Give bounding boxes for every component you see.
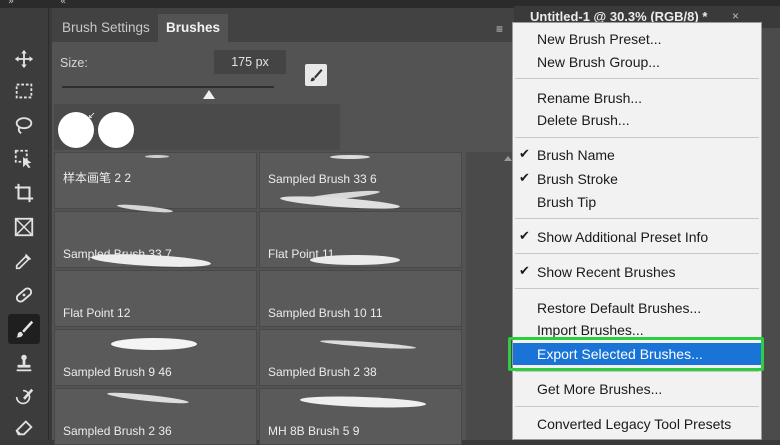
healing-brush-tool-icon[interactable] <box>8 280 40 310</box>
expand-toolbar-icon[interactable]: » <box>8 0 14 7</box>
brush-preset[interactable]: Flat Point 12 <box>54 251 257 327</box>
clone-stamp-tool-icon[interactable] <box>8 348 40 378</box>
brush-preset-label: 样本画笔 2 2 <box>63 171 132 185</box>
brush-preset-label: Sampled Brush 9 46 <box>63 365 172 379</box>
menu-separator <box>515 371 759 372</box>
brush-preset-grid: 样本画笔 2 2 Sampled Brush 33 6 Sampled Brus… <box>54 152 464 445</box>
size-slider[interactable] <box>62 86 274 88</box>
menu-item-brush-tip[interactable]: Brush Tip <box>513 191 761 213</box>
brush-preset[interactable]: Sampled Brush 2 38 <box>259 329 462 386</box>
menu-item-restore-default-brushes[interactable]: Restore Default Brushes... <box>513 297 761 319</box>
tab-brush-settings[interactable]: Brush Settings <box>54 14 158 42</box>
brush-preset-label: MH 8B Brush 5 9 <box>268 424 360 438</box>
recent-brushes-strip: ↙ <box>54 104 340 150</box>
menu-separator <box>515 218 759 219</box>
checkmark-icon: ✔ <box>519 264 530 279</box>
brush-preset-label: Sampled Brush 2 36 <box>63 424 172 438</box>
highlight-annotation-frame <box>508 337 764 371</box>
menu-separator <box>515 288 759 289</box>
menu-item-brush-stroke[interactable]: ✔ Brush Stroke <box>513 168 761 190</box>
brush-preset-label: Sampled Brush 2 38 <box>268 365 377 379</box>
brush-preset-label: Flat Point 12 <box>63 306 131 320</box>
brush-preset[interactable]: MH 8B Brush 5 9 <box>259 388 462 445</box>
marquee-tool-icon[interactable] <box>8 76 40 106</box>
recent-brush-tip-2[interactable] <box>98 112 134 148</box>
tools-toolbar <box>0 8 49 440</box>
scroll-up-icon[interactable] <box>504 156 512 161</box>
brush-preset-label: Sampled Brush 33 6 <box>268 172 377 186</box>
crop-tool-icon[interactable] <box>8 178 40 208</box>
panel-scrollbar[interactable] <box>466 152 512 440</box>
checkmark-icon: ✔ <box>519 171 530 186</box>
menu-separator <box>515 406 759 407</box>
menu-item-brush-name[interactable]: ✔ Brush Name <box>513 144 761 166</box>
brushes-panel-menu: New Brush Preset... New Brush Group... R… <box>512 22 762 440</box>
size-input[interactable]: 175 px <box>214 50 286 74</box>
brush-tool-icon[interactable] <box>8 314 40 344</box>
menu-item-label: Brush Stroke <box>537 171 618 187</box>
menu-item-converted-legacy-tool-presets[interactable]: Converted Legacy Tool Presets <box>513 413 761 435</box>
object-selection-tool-icon[interactable] <box>8 144 40 174</box>
eyedropper-tool-icon[interactable] <box>8 246 40 276</box>
menu-item-show-additional-preset-info[interactable]: ✔ Show Additional Preset Info <box>513 226 761 248</box>
brushes-panel: Brush Settings Brushes ≡ Size: 175 px ↙ … <box>52 8 514 445</box>
brush-preset-label: Sampled Brush 10 11 <box>268 306 383 320</box>
menu-item-delete-brush[interactable]: Delete Brush... <box>513 109 761 131</box>
panel-tabs: Brush Settings Brushes ≡ <box>52 8 514 42</box>
menu-separator <box>515 137 759 138</box>
menu-separator <box>515 78 759 79</box>
brush-preset[interactable]: Sampled Brush 10 11 <box>259 255 462 327</box>
menu-separator <box>515 253 759 254</box>
frame-tool-icon[interactable] <box>8 212 40 242</box>
brush-preset[interactable]: Sampled Brush 2 36 <box>54 388 257 445</box>
menu-item-get-more-brushes[interactable]: Get More Brushes... <box>513 378 761 400</box>
panel-menu-icon[interactable]: ≡ <box>496 22 503 36</box>
menu-item-rename-brush[interactable]: Rename Brush... <box>513 87 761 109</box>
size-slider-thumb[interactable] <box>203 90 215 99</box>
move-tool-icon[interactable] <box>8 44 40 74</box>
brush-tip-edit-button[interactable] <box>305 64 327 86</box>
checkmark-icon: ✔ <box>519 147 530 162</box>
brush-edit-icon <box>310 69 323 82</box>
menu-item-show-recent-brushes[interactable]: ✔ Show Recent Brushes <box>513 261 761 283</box>
history-brush-tool-icon[interactable] <box>8 382 40 412</box>
brush-preset[interactable]: Sampled Brush 9 46 <box>54 329 257 386</box>
lasso-tool-icon[interactable] <box>8 110 40 140</box>
tab-brushes[interactable]: Brushes <box>158 14 229 42</box>
checkmark-icon: ✔ <box>519 229 530 244</box>
brush-preset[interactable]: 样本画笔 2 2 <box>54 152 257 209</box>
brush-tip-marker-icon: ↙ <box>88 110 96 120</box>
menu-item-label: Show Recent Brushes <box>537 264 676 280</box>
menu-item-new-brush-group[interactable]: New Brush Group... <box>513 51 761 73</box>
menu-item-label: Show Additional Preset Info <box>537 229 709 245</box>
eraser-tool-icon[interactable] <box>8 412 40 442</box>
menu-item-new-brush-preset[interactable]: New Brush Preset... <box>513 28 761 50</box>
menu-item-label: Brush Name <box>537 147 615 163</box>
collapse-panel-icon[interactable]: « <box>60 0 66 7</box>
close-icon[interactable]: × <box>732 9 739 23</box>
size-label: Size: <box>60 56 88 70</box>
